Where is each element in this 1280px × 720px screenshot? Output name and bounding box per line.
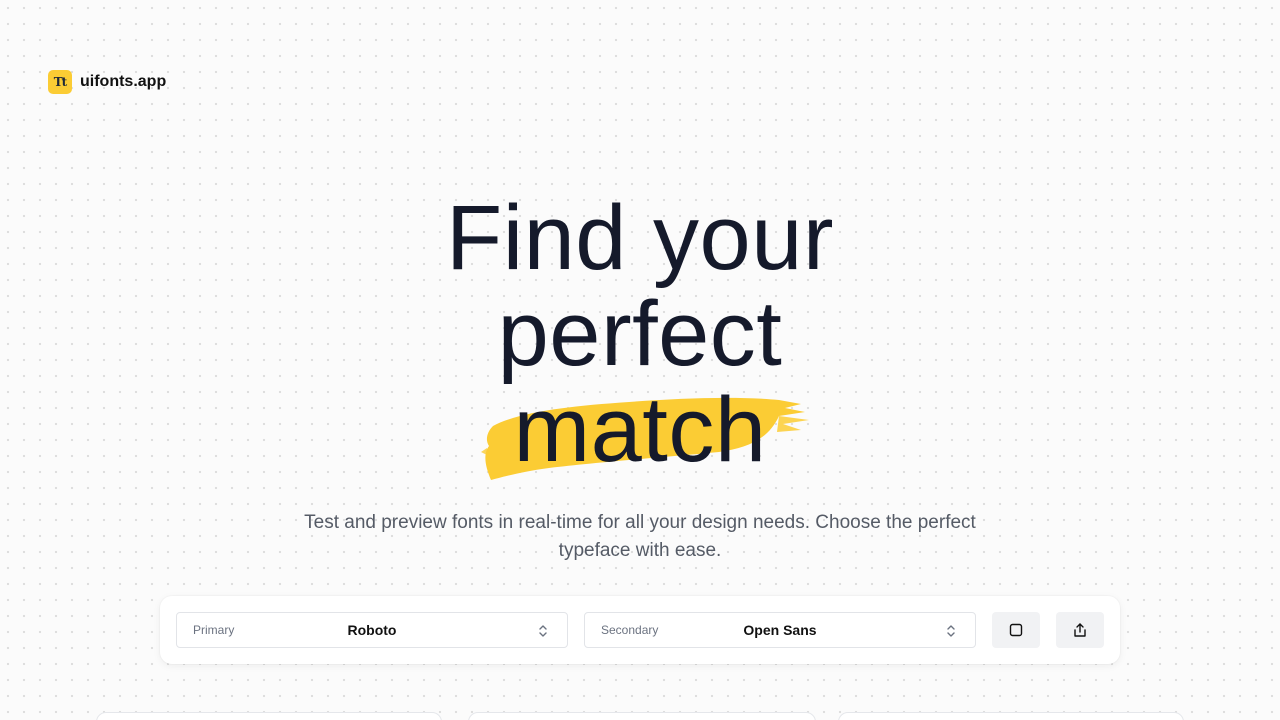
hero-line-3: match xyxy=(481,379,810,481)
hero-highlight-word: match xyxy=(513,379,767,481)
share-button[interactable] xyxy=(1056,612,1104,648)
hero-subtitle: Test and preview fonts in real-time for … xyxy=(304,512,976,561)
chevron-up-down-icon xyxy=(947,625,955,637)
font-card xyxy=(838,712,1184,720)
hero-line-1: Find your xyxy=(446,187,834,289)
logo-icon: Tt xyxy=(48,70,72,94)
logo-link[interactable]: Tt uifonts.app xyxy=(48,70,166,94)
font-card xyxy=(96,712,442,720)
share-icon xyxy=(1074,623,1086,637)
hero-heading: Find your perfect match xyxy=(0,187,1280,481)
hero-line-2: perfect xyxy=(497,283,783,385)
primary-font-select[interactable]: Primary Roboto xyxy=(176,612,568,648)
font-toolbar: Primary Roboto Secondary Open Sans xyxy=(160,596,1120,664)
square-icon xyxy=(1009,623,1023,637)
brand-name: uifonts.app xyxy=(80,73,167,90)
font-card xyxy=(468,712,816,720)
primary-font-value: Roboto xyxy=(347,622,397,638)
secondary-font-select[interactable]: Secondary Open Sans xyxy=(584,612,976,648)
toggle-view-button[interactable] xyxy=(992,612,1040,648)
secondary-font-value: Open Sans xyxy=(743,622,817,638)
chevron-up-down-icon xyxy=(539,625,547,637)
